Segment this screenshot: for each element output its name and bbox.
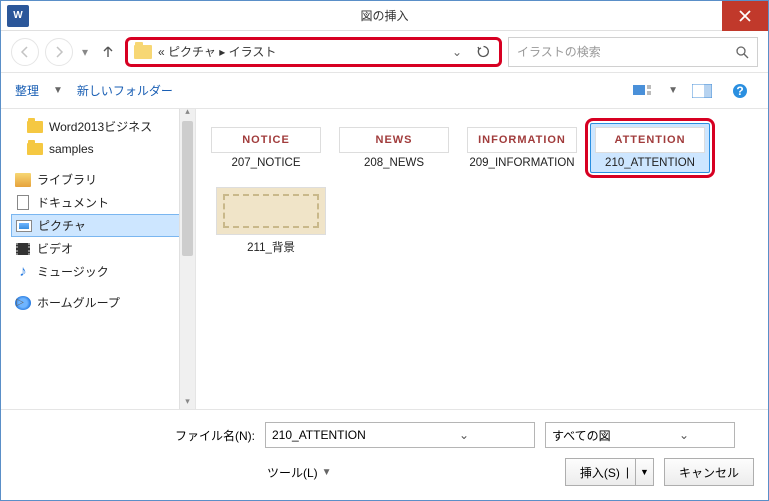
navbar: ▾ « ピクチャ ▸ イラスト ⌄ イラストの検索 — [1, 31, 768, 73]
document-icon — [17, 195, 29, 210]
file-thumbnail: ATTENTION — [595, 127, 705, 153]
file-name: 211_背景 — [247, 239, 295, 255]
view-button[interactable] — [630, 81, 658, 101]
app-icon: W — [7, 5, 29, 27]
titlebar: W 図の挿入 — [1, 1, 768, 31]
insert-picture-dialog: W 図の挿入 ▾ « ピクチャ ▸ イラスト ⌄ イラストの検索 — [0, 0, 769, 501]
toolbar: 整理 ▼ 新しいフォルダー ▼ ? — [1, 73, 768, 109]
path-dropdown[interactable]: ⌄ — [447, 42, 467, 62]
organize-button[interactable]: 整理 — [15, 82, 39, 99]
tree-item-homegroup[interactable]: ▷ ホームグループ — [11, 291, 191, 314]
file-item[interactable]: INFORMATION 209_INFORMATION — [462, 123, 582, 173]
split-divider: | — [626, 465, 629, 479]
footer: ファイル名(N): 210_ATTENTION ⌄ すべての図 ⌄ ツール(L)… — [1, 409, 768, 500]
tree-item-label: ドキュメント — [37, 194, 109, 211]
back-button[interactable] — [11, 38, 39, 66]
folder-icon — [27, 121, 43, 133]
view-dropdown[interactable]: ▼ — [668, 85, 678, 96]
organize-dropdown[interactable]: ▼ — [53, 85, 63, 96]
file-thumbnail: NOTICE — [211, 127, 321, 153]
file-name: 208_NEWS — [364, 157, 424, 169]
file-name: 207_NOTICE — [231, 157, 300, 169]
chevron-down-icon[interactable]: ⌄ — [400, 428, 528, 442]
scroll-thumb[interactable] — [182, 121, 193, 256]
help-button[interactable]: ? — [726, 81, 754, 101]
tree-item-label: ホームグループ — [37, 294, 120, 311]
insert-button[interactable]: 挿入(S) | ▼ — [565, 458, 654, 486]
file-thumbnail: NEWS — [339, 127, 449, 153]
file-item-selected[interactable]: ATTENTION 210_ATTENTION — [590, 123, 710, 173]
file-name: 209_INFORMATION — [469, 157, 574, 169]
folder-icon — [134, 45, 152, 59]
forward-button[interactable] — [45, 38, 73, 66]
filename-value: 210_ATTENTION — [272, 428, 400, 442]
file-item[interactable]: 211_背景 — [206, 183, 336, 259]
window-title: 図の挿入 — [360, 7, 408, 24]
scroll-down-icon[interactable]: ▾ — [180, 393, 195, 409]
tree-item-label: ライブラリ — [37, 171, 97, 188]
filter-value: すべての図 — [552, 427, 640, 444]
tree-item-music[interactable]: ミュージック — [11, 260, 191, 283]
body: Word2013ビジネス samples ◢ ライブラリ ドキュメント — [1, 109, 768, 409]
svg-text:?: ? — [736, 84, 743, 98]
search-placeholder: イラストの検索 — [517, 43, 735, 60]
chevron-down-icon: ▼ — [322, 467, 332, 478]
breadcrumb[interactable]: « ピクチャ ▸ イラスト ⌄ — [125, 37, 502, 67]
new-folder-button[interactable]: 新しいフォルダー — [77, 82, 173, 99]
video-icon — [16, 243, 30, 255]
chevron-down-icon[interactable]: ⌄ — [640, 428, 728, 442]
library-icon — [15, 173, 31, 187]
insert-label: 挿入(S) — [580, 464, 620, 481]
file-thumbnail: INFORMATION — [467, 127, 577, 153]
file-list[interactable]: NOTICE 207_NOTICE NEWS 208_NEWS INFORMAT… — [196, 109, 768, 409]
file-item[interactable]: NOTICE 207_NOTICE — [206, 123, 326, 173]
folder-tree[interactable]: Word2013ビジネス samples ◢ ライブラリ ドキュメント — [1, 109, 196, 409]
tree-item[interactable]: Word2013ビジネス — [5, 115, 191, 138]
picture-icon — [16, 220, 32, 232]
preview-icon — [692, 84, 712, 98]
refresh-button[interactable] — [473, 42, 493, 62]
arrow-up-icon — [101, 45, 115, 59]
help-icon: ? — [732, 83, 748, 99]
tree-item-pictures[interactable]: ピクチャ — [11, 214, 191, 237]
expand-icon[interactable]: ▷ — [15, 297, 25, 308]
thumbnails-icon — [633, 83, 655, 99]
refresh-icon — [477, 45, 490, 58]
preview-pane-button[interactable] — [688, 81, 716, 101]
tools-button[interactable]: ツール(L) ▼ — [267, 464, 332, 481]
breadcrumb-text: « ピクチャ ▸ イラスト — [158, 43, 441, 60]
cancel-label: キャンセル — [679, 464, 739, 481]
file-thumbnail — [216, 187, 326, 235]
tools-label: ツール(L) — [267, 464, 318, 481]
tree-item-label: samples — [49, 142, 94, 156]
tree-item-libraries[interactable]: ◢ ライブラリ — [11, 168, 191, 191]
chevron-down-icon[interactable]: ▼ — [635, 459, 653, 485]
file-name: 210_ATTENTION — [605, 157, 695, 169]
search-input[interactable]: イラストの検索 — [508, 37, 758, 67]
search-icon — [735, 45, 749, 59]
tree-item-label: ピクチャ — [38, 217, 86, 234]
filename-label: ファイル名(N): — [15, 427, 255, 444]
filetype-filter[interactable]: すべての図 ⌄ — [545, 422, 735, 448]
filename-input[interactable]: 210_ATTENTION ⌄ — [265, 422, 535, 448]
history-dropdown[interactable]: ▾ — [79, 45, 91, 59]
cancel-button[interactable]: キャンセル — [664, 458, 754, 486]
folder-icon — [27, 143, 43, 155]
tree-item-label: ミュージック — [37, 263, 109, 280]
arrow-left-icon — [19, 46, 31, 58]
music-icon — [15, 264, 31, 280]
tree-item-documents[interactable]: ドキュメント — [11, 191, 191, 214]
file-item[interactable]: NEWS 208_NEWS — [334, 123, 454, 173]
tree-scrollbar[interactable]: ▴ ▾ — [179, 109, 195, 409]
scroll-up-icon[interactable]: ▴ — [180, 109, 195, 119]
arrow-right-icon — [53, 46, 65, 58]
tree-item-videos[interactable]: ビデオ — [11, 237, 191, 260]
tree-item[interactable]: samples — [5, 138, 191, 160]
tree-item-label: ビデオ — [37, 240, 73, 257]
close-button[interactable] — [722, 1, 768, 31]
tree-item-label: Word2013ビジネス — [49, 118, 152, 135]
up-button[interactable] — [97, 41, 119, 63]
close-icon — [739, 10, 751, 22]
